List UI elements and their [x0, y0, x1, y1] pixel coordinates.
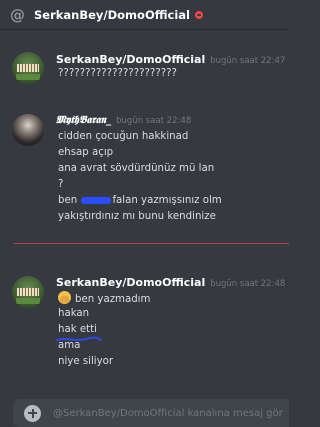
upload-plus-icon[interactable] [24, 404, 41, 422]
message-line: ana avrat sövdürdünüz mü lan [58, 163, 215, 174]
message-author[interactable]: SerkanBey/DomoOfficial bugün saat 22:47 [56, 53, 285, 66]
handdrawn-underline [56, 336, 102, 341]
avatar[interactable] [12, 276, 44, 308]
dm-header: @ SerkanBey/DomoOfficial [0, 0, 289, 30]
message-line: ben falan yazmışsınız olm [58, 194, 222, 207]
message-author[interactable]: 𝕸𝖞𝖙𝖍𝕭𝖆𝖗𝖆𝖓_ bugün saat 22:48 [56, 114, 191, 127]
message-line: ?????????????????????? [58, 68, 177, 79]
author-name[interactable]: SerkanBey/DomoOfficial [56, 53, 205, 66]
avatar[interactable] [12, 114, 44, 146]
message-line: yakıştırdınız mı bunu kendinize [58, 211, 216, 222]
avatar[interactable] [12, 52, 44, 84]
message-text: ben yazmadım [75, 294, 151, 305]
emoji-icon [58, 291, 71, 304]
message-text: falan yazmışsınız olm [112, 195, 222, 206]
author-name[interactable]: SerkanBey/DomoOfficial [56, 276, 205, 289]
message-line: ben yazmadım [58, 291, 150, 306]
message-timestamp: bugün saat 22:47 [210, 56, 286, 66]
channel-name[interactable]: SerkanBey/DomoOfficial [34, 8, 190, 22]
message-timestamp: bugün saat 22:48 [210, 279, 286, 289]
scribble-redaction [81, 196, 112, 204]
message-line: hakan [58, 308, 90, 319]
message-text: ben [58, 195, 78, 206]
message-timestamp: bugün saat 22:48 [116, 116, 192, 126]
message-line: ? [58, 179, 64, 190]
at-icon: @ [10, 5, 25, 24]
message-line: cidden çocuğun hakkinad [58, 131, 189, 142]
message-author[interactable]: SerkanBey/DomoOfficial bugün saat 22:48 [56, 276, 285, 289]
message-line: ehsap açıp [58, 147, 114, 158]
author-name[interactable]: 𝕸𝖞𝖙𝖍𝕭𝖆𝖗𝖆𝖓_ [56, 114, 111, 126]
message-composer [13, 399, 289, 427]
message-input[interactable] [53, 407, 283, 419]
dnd-status-icon [195, 10, 204, 19]
new-messages-divider [14, 243, 289, 244]
message-line: niye siliyor [58, 356, 114, 367]
